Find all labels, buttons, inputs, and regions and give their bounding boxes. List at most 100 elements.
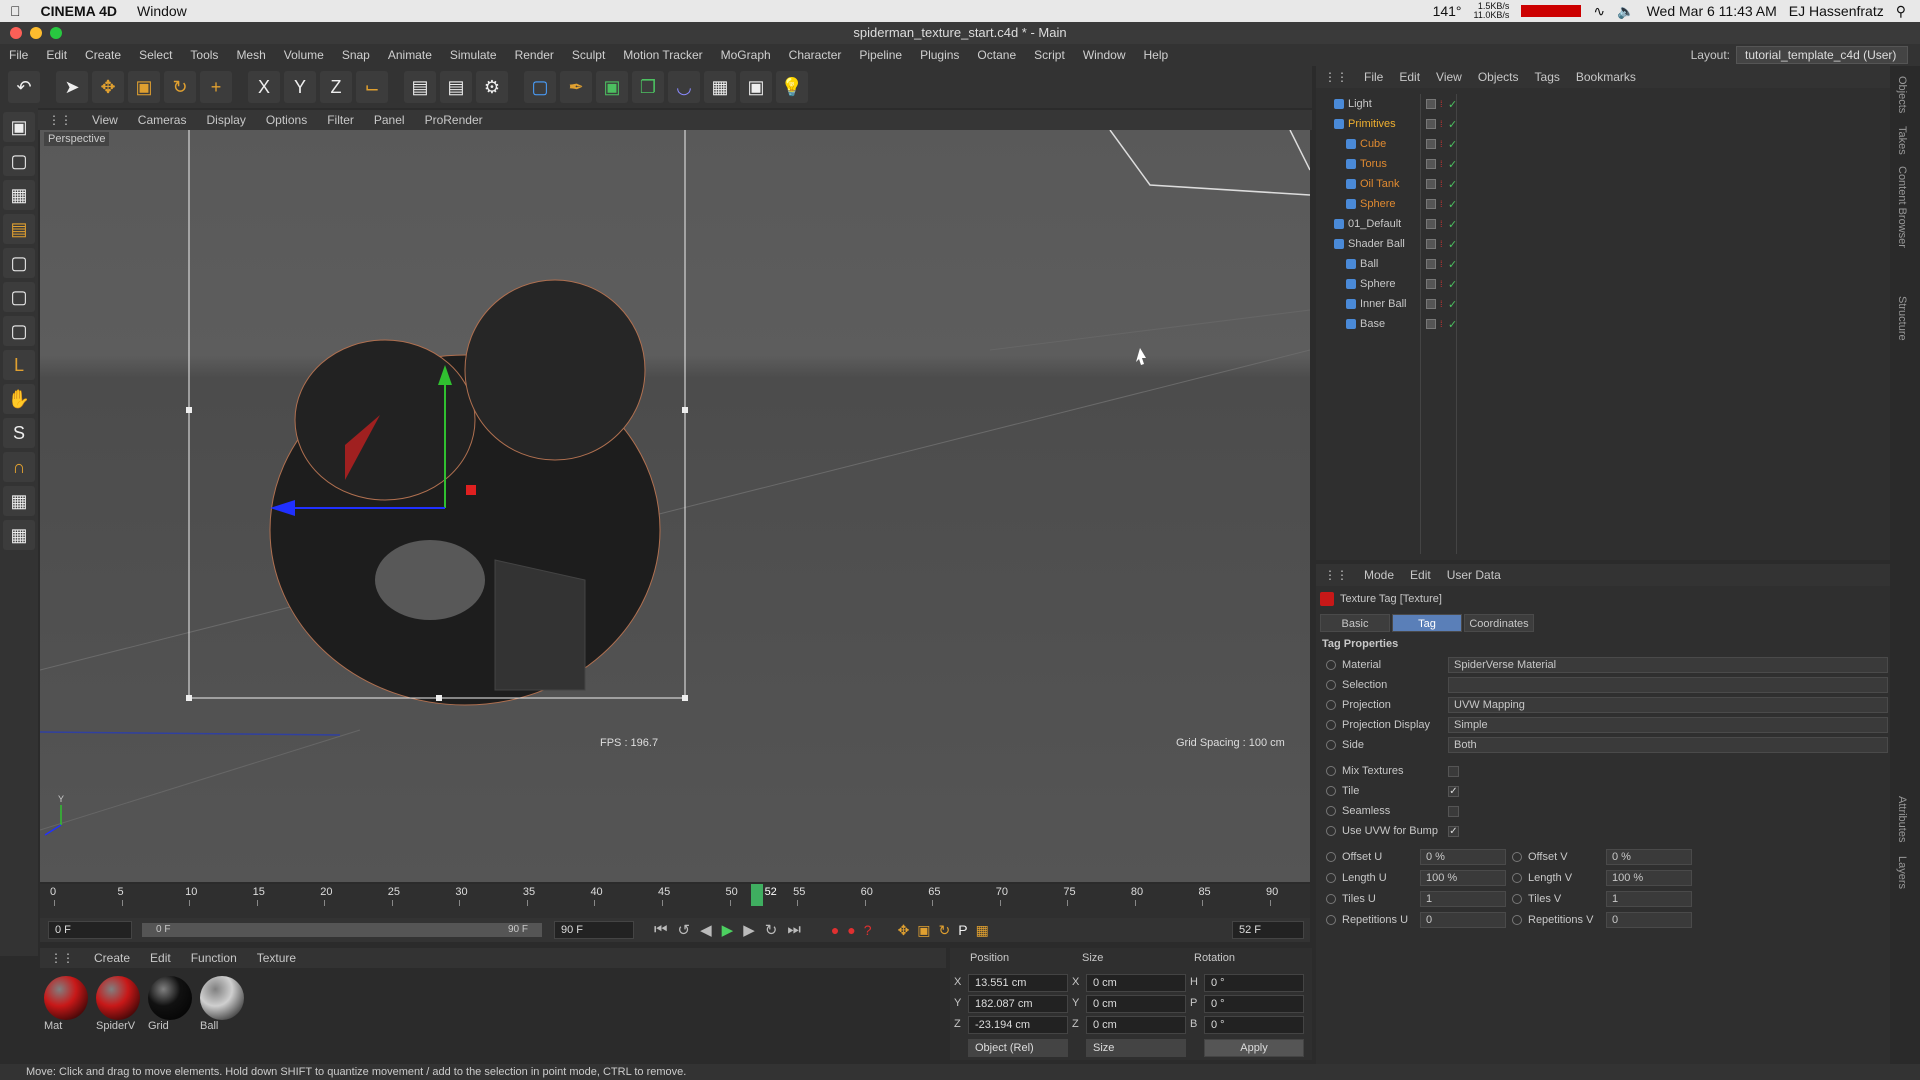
object-row[interactable]: Sphere ⁞ ✓ (1316, 194, 1890, 214)
tab-basic[interactable]: Basic (1320, 614, 1390, 632)
position-x-field[interactable]: 13.551 cm (968, 974, 1068, 992)
light-bulb-icon[interactable]: 💡 (776, 71, 808, 103)
enable-check-icon[interactable]: ✓ (1448, 118, 1457, 131)
rotation-h-field[interactable]: 0 ° (1204, 974, 1304, 992)
wifi-icon[interactable]: ∿ (1593, 3, 1605, 20)
workplane-icon[interactable]: ▤ (3, 214, 35, 244)
apply-button[interactable]: Apply (1204, 1039, 1304, 1057)
solo-icon[interactable]: S (3, 418, 35, 448)
object-row[interactable]: 01_Default ⁞ ✓ (1316, 214, 1890, 234)
viewport-menu-prorender[interactable]: ProRender (415, 113, 493, 127)
animate-dot-icon[interactable] (1326, 873, 1336, 883)
key-parameter-icon[interactable]: P (958, 922, 967, 939)
key-scale-icon[interactable]: ▣ (917, 922, 930, 939)
tab-tag[interactable]: Tag (1392, 614, 1462, 632)
layer-icon[interactable] (1426, 159, 1436, 169)
viewport-menu-view[interactable]: View (82, 113, 128, 127)
coordinate-system-icon[interactable]: ⌙ (356, 71, 388, 103)
layer-icon[interactable] (1426, 179, 1436, 189)
render-view-icon[interactable]: ▤ (404, 71, 436, 103)
side-tab-layers[interactable]: Layers (1896, 856, 1908, 889)
material-mat[interactable]: Mat (44, 976, 88, 1054)
visibility-dots-icon[interactable]: ⁞ (1440, 199, 1443, 209)
object-row[interactable]: Base ⁞ ✓ (1316, 314, 1890, 334)
go-to-start-icon[interactable]: ⏮ (654, 921, 668, 939)
enable-check-icon[interactable]: ✓ (1448, 278, 1457, 291)
animate-dot-icon[interactable] (1326, 852, 1336, 862)
animate-dot-icon[interactable] (1326, 700, 1336, 710)
material-spiderv[interactable]: SpiderV (96, 976, 140, 1054)
size-mode-dropdown[interactable]: Size (1086, 1039, 1186, 1057)
animate-dot-icon[interactable] (1326, 740, 1336, 750)
animate-dot-icon[interactable] (1326, 894, 1336, 904)
object-row[interactable]: Torus ⁞ ✓ (1316, 154, 1890, 174)
layout-dropdown[interactable]: tutorial_template_c4d (User) (1736, 46, 1908, 64)
app-menu[interactable]: CINEMA 4D (31, 3, 128, 19)
floor-icon[interactable]: ▦ (704, 71, 736, 103)
material-menu-function[interactable]: Function (181, 951, 247, 965)
side-tab-attributes[interactable]: Attributes (1896, 796, 1908, 842)
tile-checkbox[interactable]: ✓ (1448, 785, 1459, 797)
material-grid[interactable]: Grid (148, 976, 192, 1054)
locked-workplane-icon[interactable]: ▦ (3, 520, 35, 550)
z-axis-lock-icon[interactable]: Z (320, 71, 352, 103)
animate-dot-icon[interactable] (1512, 852, 1522, 862)
viewport-menu-panel[interactable]: Panel (364, 113, 415, 127)
object-menu-bookmarks[interactable]: Bookmarks (1568, 70, 1644, 84)
object-grip-icon[interactable]: ⋮⋮ (1316, 70, 1356, 84)
enable-check-icon[interactable]: ✓ (1448, 198, 1457, 211)
object-row[interactable]: Primitives ⁞ ✓ (1316, 114, 1890, 134)
user-name[interactable]: EJ Hassenfratz (1789, 3, 1884, 19)
object-row[interactable]: Sphere ⁞ ✓ (1316, 274, 1890, 294)
workplane-grid-icon[interactable]: ▦ (3, 486, 35, 516)
selection-value[interactable] (1448, 677, 1888, 693)
menu-plugins[interactable]: Plugins (911, 48, 968, 62)
animate-dot-icon[interactable] (1326, 660, 1336, 670)
visibility-dots-icon[interactable]: ⁞ (1440, 219, 1443, 229)
attr-menu-mode[interactable]: Mode (1356, 568, 1402, 582)
material-menu-create[interactable]: Create (84, 951, 140, 965)
menu-snap[interactable]: Snap (333, 48, 379, 62)
object-row[interactable]: Ball ⁞ ✓ (1316, 254, 1890, 274)
menu-pipeline[interactable]: Pipeline (850, 48, 911, 62)
layer-icon[interactable] (1426, 239, 1436, 249)
coordinate-mode-dropdown[interactable]: Object (Rel) (968, 1039, 1068, 1057)
range-slider[interactable]: 0 F 90 F (142, 923, 542, 937)
key-pla-icon[interactable]: ▦ (976, 922, 989, 939)
animate-dot-icon[interactable] (1326, 826, 1336, 836)
size-z-field[interactable]: 0 cm (1086, 1016, 1186, 1034)
deformer-icon[interactable]: ◡ (668, 71, 700, 103)
x-axis-lock-icon[interactable]: X (248, 71, 280, 103)
texture-mode-icon[interactable]: ▦ (3, 180, 35, 210)
attr-menu-edit[interactable]: Edit (1402, 568, 1439, 582)
repetitions-u-field[interactable]: 0 (1420, 912, 1506, 928)
y-axis-lock-icon[interactable]: Y (284, 71, 316, 103)
length-v-field[interactable]: 100 % (1606, 870, 1692, 886)
object-menu-view[interactable]: View (1428, 70, 1470, 84)
menu-edit[interactable]: Edit (37, 48, 76, 62)
clock[interactable]: Wed Mar 6 11:43 AM (1647, 3, 1777, 19)
object-menu-objects[interactable]: Objects (1470, 70, 1527, 84)
menu-render[interactable]: Render (506, 48, 563, 62)
tweak-hand-icon[interactable]: ✋ (3, 384, 35, 414)
projection-display-value[interactable]: Simple (1448, 717, 1888, 733)
layer-icon[interactable] (1426, 299, 1436, 309)
close-button[interactable] (10, 27, 22, 39)
offset-v-field[interactable]: 0 % (1606, 849, 1692, 865)
zoom-button[interactable] (50, 27, 62, 39)
menu-create[interactable]: Create (76, 48, 130, 62)
make-editable-icon[interactable]: ▣ (3, 112, 35, 142)
minimize-button[interactable] (30, 27, 42, 39)
length-u-field[interactable]: 100 % (1420, 870, 1506, 886)
animate-dot-icon[interactable] (1512, 915, 1522, 925)
layer-icon[interactable] (1426, 99, 1436, 109)
visibility-dots-icon[interactable]: ⁞ (1440, 159, 1443, 169)
enable-check-icon[interactable]: ✓ (1448, 258, 1457, 271)
animate-dot-icon[interactable] (1326, 806, 1336, 816)
apple-icon[interactable]:  (0, 3, 31, 19)
visibility-dots-icon[interactable]: ⁞ (1440, 319, 1443, 329)
menu-help[interactable]: Help (1135, 48, 1178, 62)
menu-animate[interactable]: Animate (379, 48, 441, 62)
snap-magnet-icon[interactable]: ∩ (3, 452, 35, 482)
visibility-dots-icon[interactable]: ⁞ (1440, 179, 1443, 189)
